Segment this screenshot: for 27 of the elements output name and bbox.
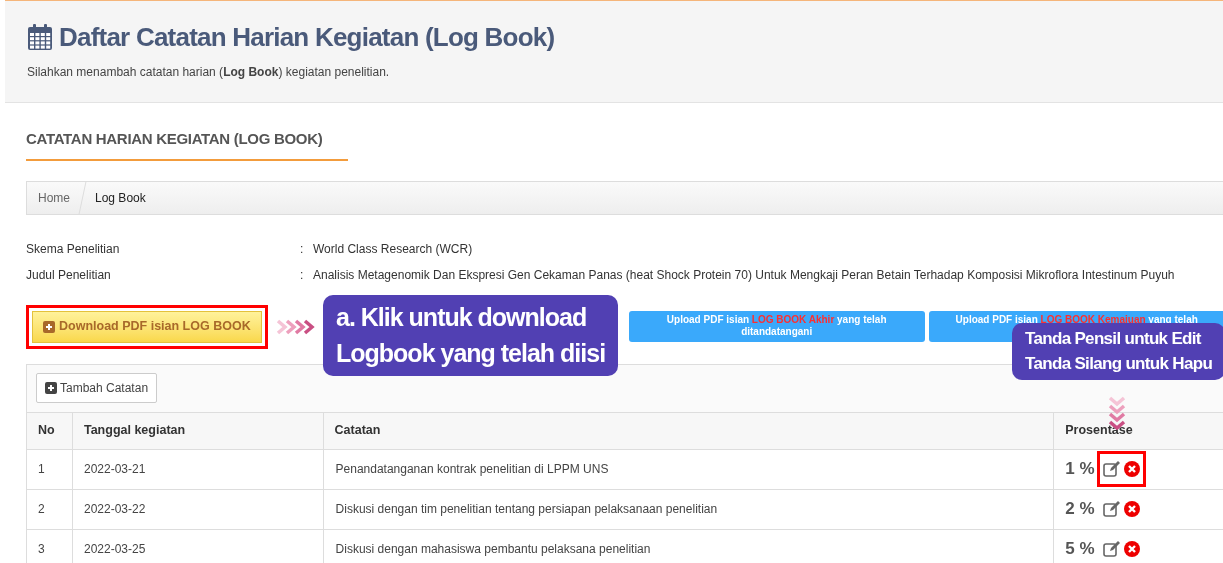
info-label: Judul Penelitian: [26, 266, 112, 284]
table-cell-text: Diskusi dengan tim penelitian tentang persiapan pelaksanaan penelitian: [335, 501, 718, 518]
percent-value: 2 %: [1065, 498, 1095, 521]
table-cell-text: 1: [38, 461, 45, 478]
info-separator: :: [300, 240, 305, 258]
column-header: Catatan: [334, 422, 381, 440]
table-cell-text: 2: [38, 501, 45, 518]
percent-value: 5 %: [1065, 538, 1095, 561]
annotation-tooltip: Tanda Pensil untuk Edit Tanda Silang untuk Hapu: [1012, 323, 1223, 381]
table-cell-text: Penandatanganan kontrak penelitian di LPPM UNS: [335, 461, 609, 478]
table-cell-text: Diskusi dengan mahasiswa pembantu pelaksana penelitian: [335, 541, 651, 558]
column-header: Tanggal kegiatan: [83, 422, 186, 440]
table-cell-text: 3: [38, 541, 45, 558]
page-title: Daftar Catatan Harian Kegiatan (Log Book): [59, 24, 555, 50]
info-value: Analisis Metagenomik Dan Ekspresi Gen Cekaman Panas (heat Shock Protein 70) Untuk Mengkaji Peran Betain Terhadap Komposisi Mikroflora Intestinum Puyuh: [313, 266, 1175, 284]
percent-value: 1 %: [1065, 458, 1095, 481]
table-cell-text: 2022-03-22: [83, 501, 146, 518]
table-cell-text: 2022-03-21: [83, 461, 146, 478]
table-cell-text: 2022-03-25: [83, 541, 146, 558]
info-value: World Class Research (WCR): [313, 240, 473, 258]
annotation-tooltip: a. Klik untuk download Logbook yang telah diisi: [323, 295, 619, 376]
column-header: No: [38, 422, 55, 440]
page-subtitle: Silahkan menambah catatan harian (Log Book) kegiatan penelitian.: [27, 64, 391, 81]
column-header: Prosentase: [1065, 422, 1133, 440]
info-label: Skema Penelitian: [26, 240, 121, 258]
section-title: CATATAN HARIAN KEGIATAN (LOG BOOK): [26, 128, 349, 161]
info-separator: :: [300, 266, 305, 284]
